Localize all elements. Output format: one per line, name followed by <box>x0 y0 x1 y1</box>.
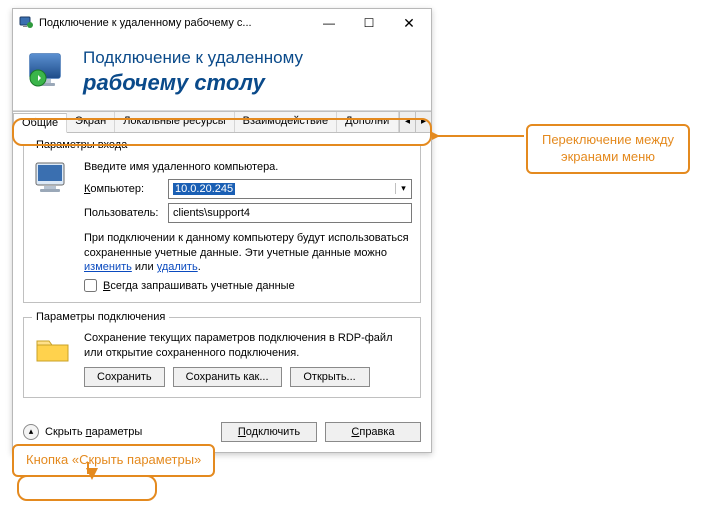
login-legend: Параметры входа <box>32 139 131 151</box>
connection-desc: Сохранение текущих параметров подключени… <box>84 331 412 361</box>
computer-combobox[interactable]: 10.0.20.245 ▾ <box>168 179 412 199</box>
minimize-button[interactable]: — <box>309 10 349 36</box>
login-group: Параметры входа Введите имя удаленного к… <box>23 139 421 304</box>
close-button[interactable]: ✕ <box>389 10 429 36</box>
computer-icon <box>32 159 74 202</box>
rdp-small-icon <box>19 15 33 32</box>
hide-options-toggle[interactable]: ▴ Скрыть параметры Скрыть параметры <box>23 424 142 440</box>
tab-advanced[interactable]: Дополни <box>337 112 399 132</box>
connect-button[interactable]: ПодключитьПодключить <box>221 422 317 442</box>
tab-strip: Общие Экран Локальные ресурсы Взаимодейс… <box>13 111 431 133</box>
user-label: Пользователь: <box>84 207 162 219</box>
link-change-credentials[interactable]: изменить <box>84 261 132 273</box>
tab-content: Параметры входа Введите имя удаленного к… <box>13 133 431 414</box>
save-button[interactable]: Сохранить <box>84 367 165 387</box>
callout-hide-options: Кнопка «Скрыть параметры» <box>12 444 215 477</box>
tab-scroll-right[interactable]: ▸ <box>415 112 431 132</box>
always-ask-checkbox[interactable]: Всегда запрашивать учетные данные Всегда… <box>84 279 412 292</box>
login-hint: Введите имя удаленного компьютера. <box>84 161 412 173</box>
rdp-window: Подключение к удаленному рабочему с... —… <box>12 8 432 453</box>
tab-local-resources[interactable]: Локальные ресурсы <box>115 112 234 132</box>
folder-icon <box>32 331 74 370</box>
highlight-toggle <box>17 475 157 501</box>
callout-tabs: Переключение между экранами меню <box>526 124 690 174</box>
open-button[interactable]: Открыть... <box>290 367 370 387</box>
tab-general[interactable]: Общие <box>13 113 67 133</box>
chevron-down-icon[interactable]: ▾ <box>395 183 411 194</box>
window-title: Подключение к удаленному рабочему с... <box>39 17 309 29</box>
tab-display[interactable]: Экран <box>67 112 115 132</box>
connection-legend: Параметры подключения <box>32 311 169 323</box>
save-as-button[interactable]: Сохранить как... <box>173 367 282 387</box>
rdp-large-icon <box>27 51 71 94</box>
tab-scroll-left[interactable]: ◂ <box>399 112 415 132</box>
computer-label: ККомпьютер:омпьютер: <box>84 183 162 195</box>
maximize-button[interactable]: ☐ <box>349 10 389 36</box>
banner: Подключение к удаленному рабочему столу <box>13 37 431 111</box>
connection-group: Параметры подключения Сохранение текущих… <box>23 311 421 398</box>
computer-value: 10.0.20.245 <box>173 183 235 195</box>
tab-experience[interactable]: Взаимодействие <box>235 112 337 132</box>
credentials-note: При подключении к данному компьютеру буд… <box>84 231 412 276</box>
titlebar: Подключение к удаленному рабочему с... —… <box>13 9 431 37</box>
help-button[interactable]: СправкаСправка <box>325 422 421 442</box>
arrow-right-callout <box>432 126 528 146</box>
link-delete-credentials[interactable]: удалить <box>157 261 198 273</box>
banner-title: Подключение к удаленному рабочему столу <box>83 47 303 98</box>
collapse-icon: ▴ <box>23 424 39 440</box>
user-field[interactable]: clients\support4 <box>168 203 412 223</box>
